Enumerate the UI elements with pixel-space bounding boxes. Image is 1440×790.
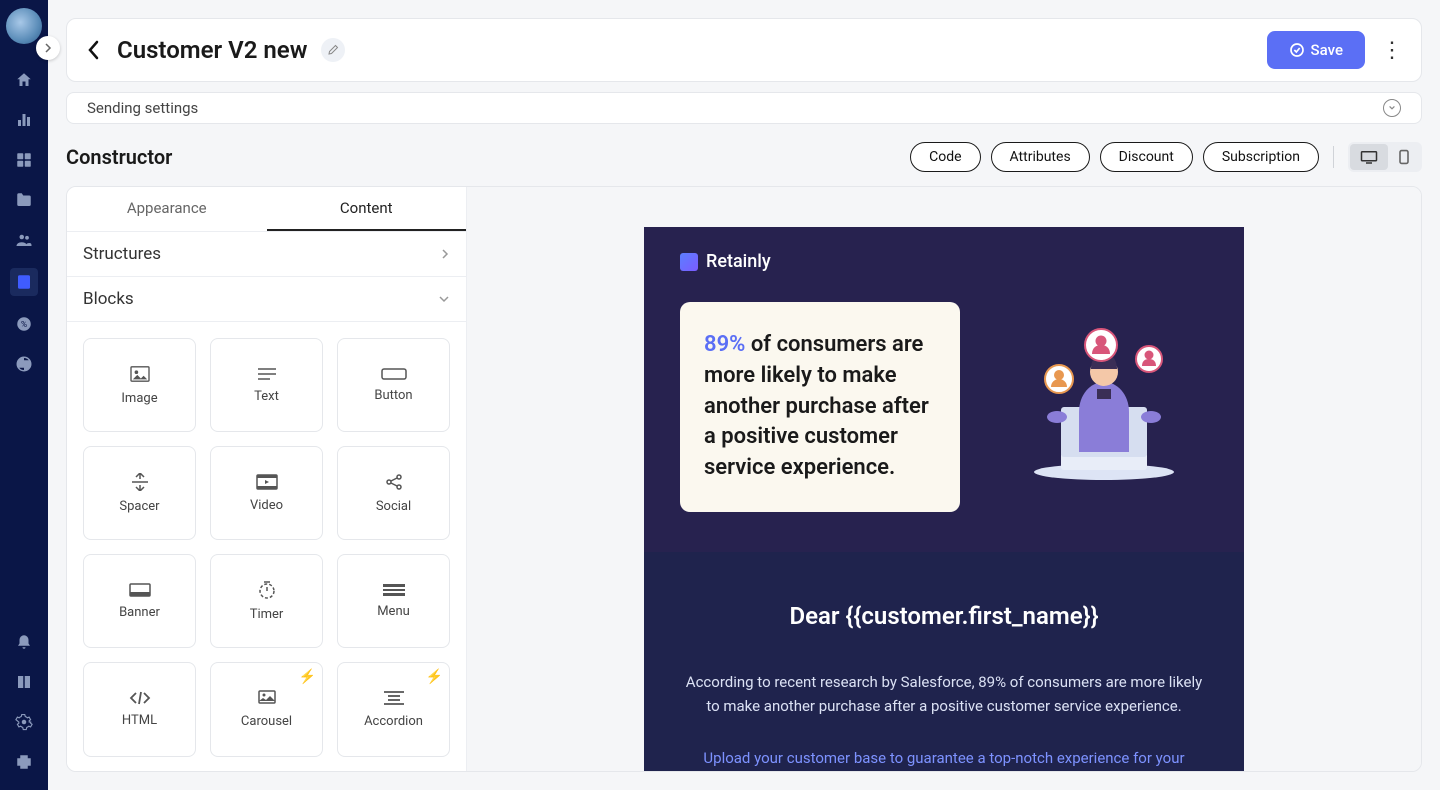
block-banner[interactable]: Banner (83, 554, 196, 648)
avatar[interactable] (6, 8, 42, 44)
block-label: Timer (250, 607, 284, 622)
analytics-icon[interactable] (12, 108, 36, 132)
brand-logo-icon (680, 253, 698, 271)
block-label: Accordion (364, 714, 423, 729)
page-title: Customer V2 new (117, 36, 307, 64)
edit-title-button[interactable] (321, 38, 345, 62)
discount-button[interactable]: Discount (1100, 142, 1193, 172)
block-label: HTML (122, 713, 157, 728)
toolbar: Constructor Code Attributes Discount Sub… (66, 142, 1422, 172)
back-button[interactable] (87, 39, 101, 61)
bell-icon[interactable] (12, 630, 36, 654)
expand-sidebar-button[interactable] (36, 36, 60, 60)
promo-icon[interactable]: % (12, 312, 36, 336)
block-label: Carousel (241, 714, 292, 729)
email-body-section: Dear {{customer.first_name}} According t… (644, 552, 1244, 771)
block-accordion[interactable]: ⚡ Accordion (337, 662, 450, 756)
bolt-icon: ⚡ (299, 669, 316, 685)
block-timer[interactable]: Timer (210, 554, 323, 648)
plugin-icon[interactable] (12, 750, 36, 774)
block-label: Social (376, 499, 411, 514)
device-toggle (1348, 142, 1422, 172)
block-label: Menu (377, 604, 410, 619)
brand: Retainly (680, 251, 1208, 272)
users-icon[interactable] (12, 228, 36, 252)
constructor-title: Constructor (66, 145, 172, 169)
overflow-menu[interactable]: ⋮ (1381, 38, 1401, 63)
body-text: According to recent research by Salesfor… (680, 670, 1208, 718)
folder-icon[interactable] (12, 188, 36, 212)
header: Customer V2 new Save ⋮ (66, 18, 1422, 82)
section-structures-label: Structures (83, 244, 161, 264)
subscription-button[interactable]: Subscription (1203, 142, 1319, 172)
email-canvas: Retainly 89% of consumers are more likel… (644, 227, 1244, 771)
section-blocks[interactable]: Blocks (67, 277, 466, 322)
attributes-button[interactable]: Attributes (991, 142, 1090, 172)
hero-illustration (990, 302, 1208, 512)
block-label: Spacer (119, 499, 159, 514)
divider (1333, 146, 1334, 168)
section-blocks-label: Blocks (83, 289, 134, 309)
block-text[interactable]: Text (210, 338, 323, 432)
block-social[interactable]: Social (337, 446, 450, 540)
stat-card: 89% of consumers are more likely to make… (680, 302, 960, 512)
chevron-down-icon (1383, 99, 1401, 117)
sending-settings-toggle[interactable]: Sending settings (66, 92, 1422, 124)
sidebar: % (0, 0, 48, 790)
docs-icon[interactable] (12, 670, 36, 694)
email-preview[interactable]: Retainly 89% of consumers are more likel… (467, 187, 1421, 771)
cta-link[interactable]: Upload your customer base to guarantee a… (680, 746, 1208, 771)
email-hero-section: Retainly 89% of consumers are more likel… (644, 227, 1244, 552)
brand-name: Retainly (706, 251, 771, 272)
block-button[interactable]: Button (337, 338, 450, 432)
stat-percent: 89% (704, 332, 745, 357)
home-icon[interactable] (12, 68, 36, 92)
save-button[interactable]: Save (1267, 31, 1365, 69)
tab-content[interactable]: Content (267, 187, 467, 231)
svg-text:%: % (21, 320, 27, 330)
settings-icon[interactable] (12, 710, 36, 734)
templates-icon[interactable] (10, 268, 38, 296)
block-label: Image (121, 391, 157, 406)
globe-icon[interactable] (12, 352, 36, 376)
save-label: Save (1311, 41, 1343, 59)
block-label: Button (374, 388, 412, 403)
code-button[interactable]: Code (910, 142, 980, 172)
desktop-view-button[interactable] (1350, 144, 1388, 170)
tab-appearance[interactable]: Appearance (67, 187, 267, 231)
section-structures[interactable]: Structures (67, 232, 466, 277)
apps-icon[interactable] (12, 148, 36, 172)
block-html[interactable]: HTML (83, 662, 196, 756)
block-label: Text (254, 389, 279, 404)
chevron-right-icon (440, 248, 450, 260)
block-spacer[interactable]: Spacer (83, 446, 196, 540)
main-area: Customer V2 new Save ⋮ Sending settings … (48, 0, 1440, 790)
editor-area: Appearance Content Structures Blocks Ima… (66, 186, 1422, 772)
mobile-view-button[interactable] (1388, 144, 1420, 170)
block-label: Banner (119, 605, 160, 620)
block-carousel[interactable]: ⚡ Carousel (210, 662, 323, 756)
bolt-icon: ⚡ (426, 669, 443, 685)
block-menu[interactable]: Menu (337, 554, 450, 648)
block-video[interactable]: Video (210, 446, 323, 540)
blocks-grid: Image Text Button Spacer Video Social Ba… (67, 322, 466, 772)
sending-settings-label: Sending settings (87, 99, 198, 117)
block-label: Video (250, 498, 283, 513)
tabs: Appearance Content (67, 187, 466, 232)
greeting: Dear {{customer.first_name}} (680, 602, 1208, 630)
block-image[interactable]: Image (83, 338, 196, 432)
chevron-down-icon (438, 294, 450, 304)
left-panel: Appearance Content Structures Blocks Ima… (67, 187, 467, 771)
